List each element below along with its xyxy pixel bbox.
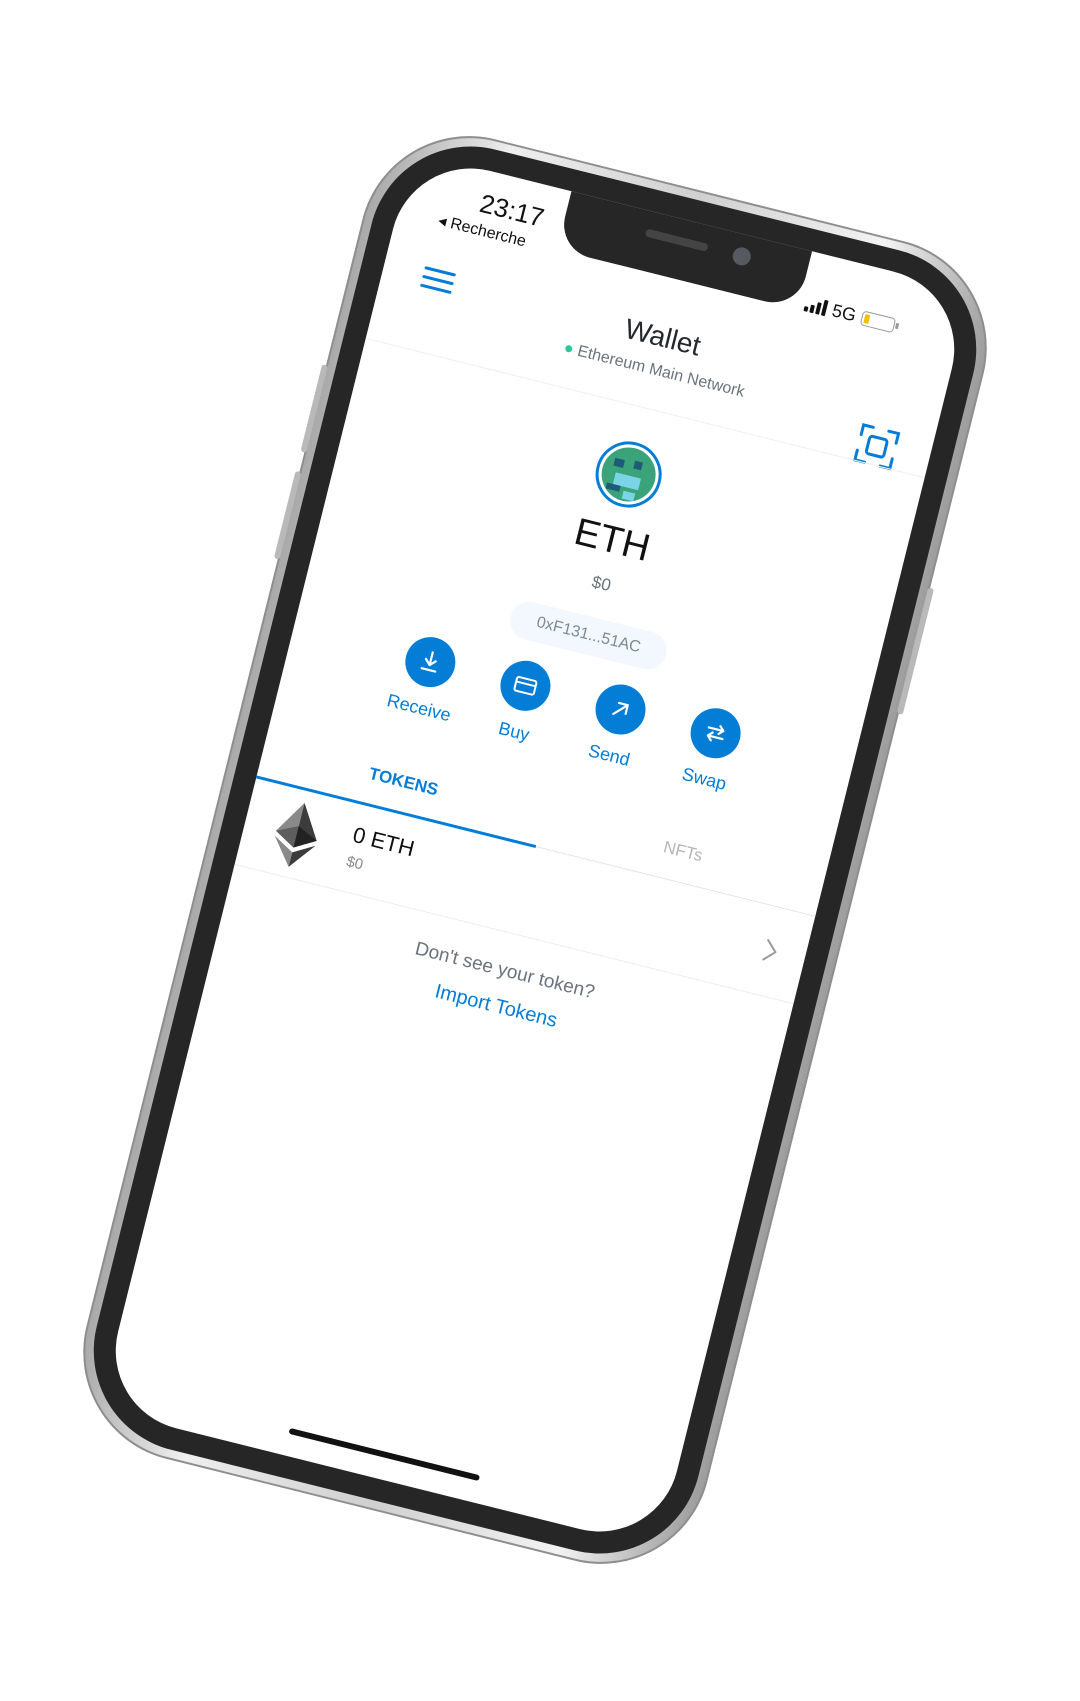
network-type: 5G	[830, 299, 859, 325]
chevron-right-icon	[759, 936, 783, 966]
phone-device: 23:17 ◂ Recherche 5G Wallet Ethereum Mai…	[59, 112, 1011, 1588]
speaker	[644, 228, 709, 252]
balance-symbol: ETH	[570, 510, 655, 571]
card-icon	[495, 655, 556, 717]
swap-button[interactable]: Swap	[653, 699, 763, 827]
status-indicators: 5G	[802, 292, 934, 347]
front-camera	[730, 245, 753, 268]
buy-button[interactable]: Buy	[463, 651, 573, 779]
receive-label: Receive	[385, 690, 453, 726]
stage: 23:17 ◂ Recherche 5G Wallet Ethereum Mai…	[0, 0, 1080, 1701]
receive-button[interactable]: Receive	[368, 627, 478, 755]
battery-icon	[859, 309, 900, 333]
swap-label: Swap	[679, 763, 729, 794]
send-button[interactable]: Send	[558, 675, 668, 803]
token-fiat-value: $0	[344, 853, 365, 874]
ethereum-icon	[266, 795, 328, 874]
send-label: Send	[586, 740, 632, 770]
network-status-dot	[564, 344, 573, 354]
download-icon	[400, 631, 461, 693]
arrow-up-right-icon	[590, 679, 651, 740]
account-avatar[interactable]	[588, 434, 669, 515]
buy-label: Buy	[496, 717, 532, 745]
signal-icon	[803, 295, 829, 317]
hamburger-menu-icon[interactable]	[419, 262, 459, 297]
swap-icon	[685, 702, 746, 764]
